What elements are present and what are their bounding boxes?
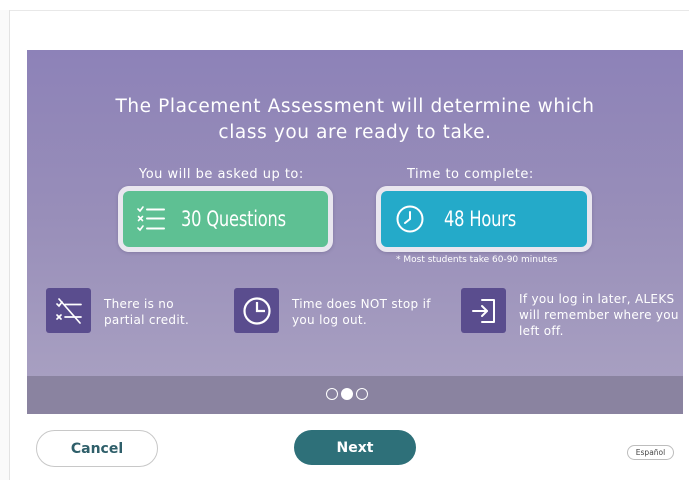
dialog: The Placement Assessment will determine … [0,0,689,480]
cancel-button[interactable]: Cancel [36,430,158,467]
login-icon [461,288,506,333]
pager-bar [27,376,683,414]
feature-no-partial-credit-text: There is no partial credit. [104,297,190,327]
slide-headline: The Placement Assessment will determine … [115,96,595,143]
questions-label: You will be asked up to: [139,167,304,182]
clock-icon [395,204,425,234]
pager-dots [326,388,368,400]
feature-timer: Time does NOT stop if you log out. [234,288,432,333]
feature-timer-text: Time does NOT stop if you log out. [292,297,431,327]
checklist-icon [136,204,166,234]
next-button[interactable]: Next [294,430,416,465]
hours-card: 48 Hours [376,186,592,252]
time-label: Time to complete: [407,167,534,182]
pager-dot-1[interactable] [326,388,338,400]
info-slide: The Placement Assessment will determine … [27,50,683,414]
divider [10,10,689,11]
hours-value: 48 Hours [444,207,517,231]
language-button[interactable]: Español [627,445,674,460]
feature-resume-text: If you log in later, ALEKS will remember… [519,292,679,338]
pager-dot-2[interactable] [341,388,353,400]
window-edge [0,10,10,480]
timer-icon [234,288,279,333]
questions-value: 30 Questions [181,207,286,231]
pager-dot-3[interactable] [356,388,368,400]
time-footnote: * Most students take 60-90 minutes [396,255,558,265]
feature-no-partial-credit: There is no partial credit. [46,288,204,333]
questions-card: 30 Questions [118,186,333,252]
no-partial-credit-icon [46,288,91,333]
feature-resume: If you log in later, ALEKS will remember… [461,288,679,339]
